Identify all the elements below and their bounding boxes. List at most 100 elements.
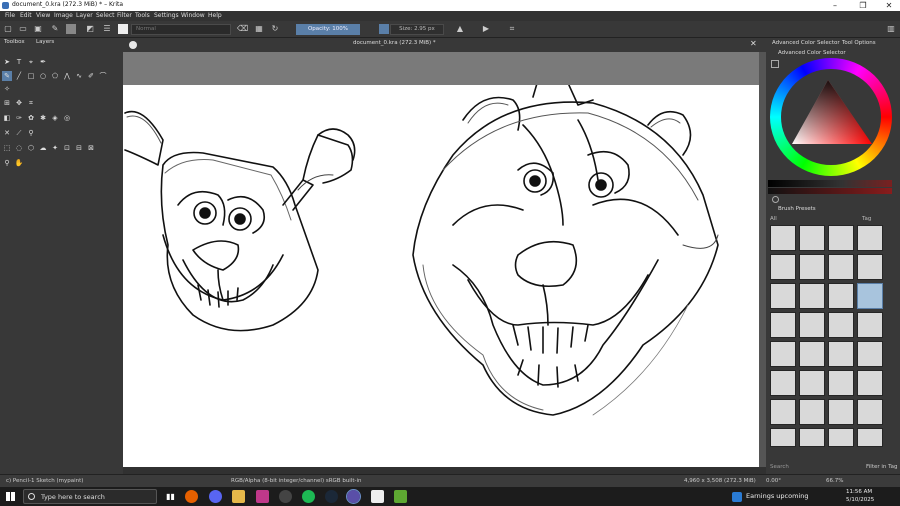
menu-select[interactable]: Select	[96, 12, 115, 19]
close-window-button[interactable]: ✕	[876, 0, 900, 11]
color-refresh-icon[interactable]	[772, 196, 779, 203]
text-tool-icon[interactable]: T	[14, 57, 24, 67]
brush-preset-20[interactable]	[770, 370, 796, 396]
brush-preset-12[interactable]	[770, 312, 796, 338]
brush-preset-28[interactable]	[770, 428, 796, 447]
foreground-color-swatch[interactable]	[66, 24, 76, 34]
brush-preset-9[interactable]	[799, 283, 825, 309]
brush-preset-15[interactable]	[857, 312, 883, 338]
brush-preset-30[interactable]	[828, 428, 854, 447]
brush-preset-5[interactable]	[799, 254, 825, 280]
reload-preset-icon[interactable]: ↻	[270, 24, 280, 34]
menu-filter[interactable]: Filter	[117, 12, 132, 19]
mirror-vertical-icon[interactable]: ▶	[481, 24, 491, 34]
crop-tool-icon[interactable]: ⌗	[26, 98, 36, 108]
dynamic-brush-tool-icon[interactable]: ⌒	[98, 71, 108, 81]
document-tab[interactable]: document_0.kra (272.3 MiB) *	[353, 40, 436, 46]
brush-preset-13[interactable]	[799, 312, 825, 338]
news-widget-text[interactable]: Earnings upcoming	[746, 492, 808, 500]
brush-preset-2[interactable]	[828, 225, 854, 251]
brush-preset-pencil-selected[interactable]	[857, 283, 883, 309]
brush-preset-29[interactable]	[799, 428, 825, 447]
menu-image[interactable]: Image	[54, 12, 73, 19]
color-shade-bar[interactable]	[768, 188, 892, 194]
pattern-icon[interactable]: ☰	[102, 24, 112, 34]
edit-shapes-tool-icon[interactable]: ⌖	[26, 57, 36, 67]
taskbar-search-input[interactable]: Type here to search	[41, 493, 105, 501]
brush-preset-23[interactable]	[857, 370, 883, 396]
ellipse-select-tool-icon[interactable]: ◌	[14, 143, 24, 153]
magnetic-select-tool-icon[interactable]: ⊠	[86, 143, 96, 153]
bezier-select-tool-icon[interactable]: ⊟	[74, 143, 84, 153]
move-tool-icon[interactable]: ✥	[14, 98, 24, 108]
file-explorer-icon[interactable]	[232, 490, 245, 503]
rotation-label[interactable]: 0.00°	[766, 478, 781, 484]
freehand-path-tool-icon[interactable]: ✐	[86, 71, 96, 81]
colorize-mask-tool-icon[interactable]: ✿	[26, 113, 36, 123]
brush-preset-4[interactable]	[770, 254, 796, 280]
polygon-select-tool-icon[interactable]: ⬡	[26, 143, 36, 153]
polygon-tool-icon[interactable]: ⬠	[50, 71, 60, 81]
krita-taskbar-icon[interactable]	[346, 489, 361, 504]
fill-tool-icon[interactable]: ◈	[50, 113, 60, 123]
freehand-brush-tool-icon[interactable]: ✎	[2, 71, 12, 81]
color-history-bar[interactable]	[768, 180, 892, 187]
brush-preset-18[interactable]	[828, 341, 854, 367]
brush-preset-17[interactable]	[799, 341, 825, 367]
assistant-tool-icon[interactable]: ✕	[2, 128, 12, 138]
tab-toolbox[interactable]: Toolbox	[4, 39, 25, 45]
preserve-alpha-icon[interactable]: ▦	[254, 24, 264, 34]
brush-preset-22[interactable]	[828, 370, 854, 396]
gradient-tool-icon[interactable]: ◧	[2, 113, 12, 123]
menu-window[interactable]: Window	[181, 12, 205, 19]
zoom-tool-icon[interactable]: ⚲	[2, 158, 12, 168]
close-document-icon[interactable]: ✕	[750, 39, 757, 48]
spotify-icon[interactable]	[302, 490, 315, 503]
discord-icon[interactable]	[209, 490, 222, 503]
enclose-fill-tool-icon[interactable]: ◎	[62, 113, 72, 123]
brush-preset-16[interactable]	[770, 341, 796, 367]
open-document-icon[interactable]: ▭	[18, 24, 28, 34]
contiguous-select-tool-icon[interactable]: ✦	[50, 143, 60, 153]
brush-editor-icon[interactable]: ✎	[50, 24, 60, 34]
brush-preset-26[interactable]	[828, 399, 854, 425]
firefox-icon[interactable]	[185, 490, 198, 503]
obs-icon[interactable]	[279, 490, 292, 503]
brush-preset-24[interactable]	[770, 399, 796, 425]
canvas-vertical-scrollbar[interactable]	[759, 52, 766, 467]
new-document-icon[interactable]: ▢	[3, 24, 13, 34]
select-shapes-tool-icon[interactable]: ➤	[2, 57, 12, 67]
line-tool-icon[interactable]: ╱	[14, 71, 24, 81]
smart-patch-tool-icon[interactable]: ✱	[38, 113, 48, 123]
rectangle-tool-icon[interactable]: □	[26, 71, 36, 81]
minimize-button[interactable]: –	[822, 0, 848, 11]
transform-tool-icon[interactable]: ⊞	[2, 98, 12, 108]
polyline-tool-icon[interactable]: ⋀	[62, 71, 72, 81]
brush-size-slider[interactable]: Size: 2.95 px	[390, 24, 444, 35]
clock-time[interactable]: 11:56 AM	[846, 489, 872, 495]
menu-tools[interactable]: Tools	[135, 12, 150, 19]
flow-slider[interactable]	[379, 24, 389, 34]
windows-start-icon[interactable]	[6, 492, 15, 501]
zoom-level[interactable]: 66.7%	[826, 478, 843, 484]
brush-preset-31[interactable]	[857, 428, 883, 447]
color-picker-tool-icon[interactable]: ✑	[14, 113, 24, 123]
opacity-slider[interactable]: Opacity: 100%	[296, 24, 360, 35]
microsoft-store-icon[interactable]	[256, 490, 269, 503]
saturation-value-triangle[interactable]	[786, 76, 876, 156]
similar-select-tool-icon[interactable]: ⊡	[62, 143, 72, 153]
brush-preset-10[interactable]	[828, 283, 854, 309]
brush-preset-25[interactable]	[799, 399, 825, 425]
calligraphy-tool-icon[interactable]: ✒	[38, 57, 48, 67]
brush-filter-select[interactable]: All	[770, 216, 777, 222]
measure-tool-icon[interactable]: ⟋	[14, 128, 24, 138]
brush-preset-21[interactable]	[799, 370, 825, 396]
game-launcher-icon[interactable]	[394, 490, 407, 503]
brush-preset-eraser[interactable]	[770, 225, 796, 251]
filter-in-tag-checkbox[interactable]: Filter in Tag	[866, 464, 897, 470]
menu-edit[interactable]: Edit	[20, 12, 32, 19]
brush-preset-7[interactable]	[857, 254, 883, 280]
tab-layers[interactable]: Layers	[36, 39, 54, 45]
steam-icon[interactable]	[325, 490, 338, 503]
freehand-select-tool-icon[interactable]: ☁	[38, 143, 48, 153]
